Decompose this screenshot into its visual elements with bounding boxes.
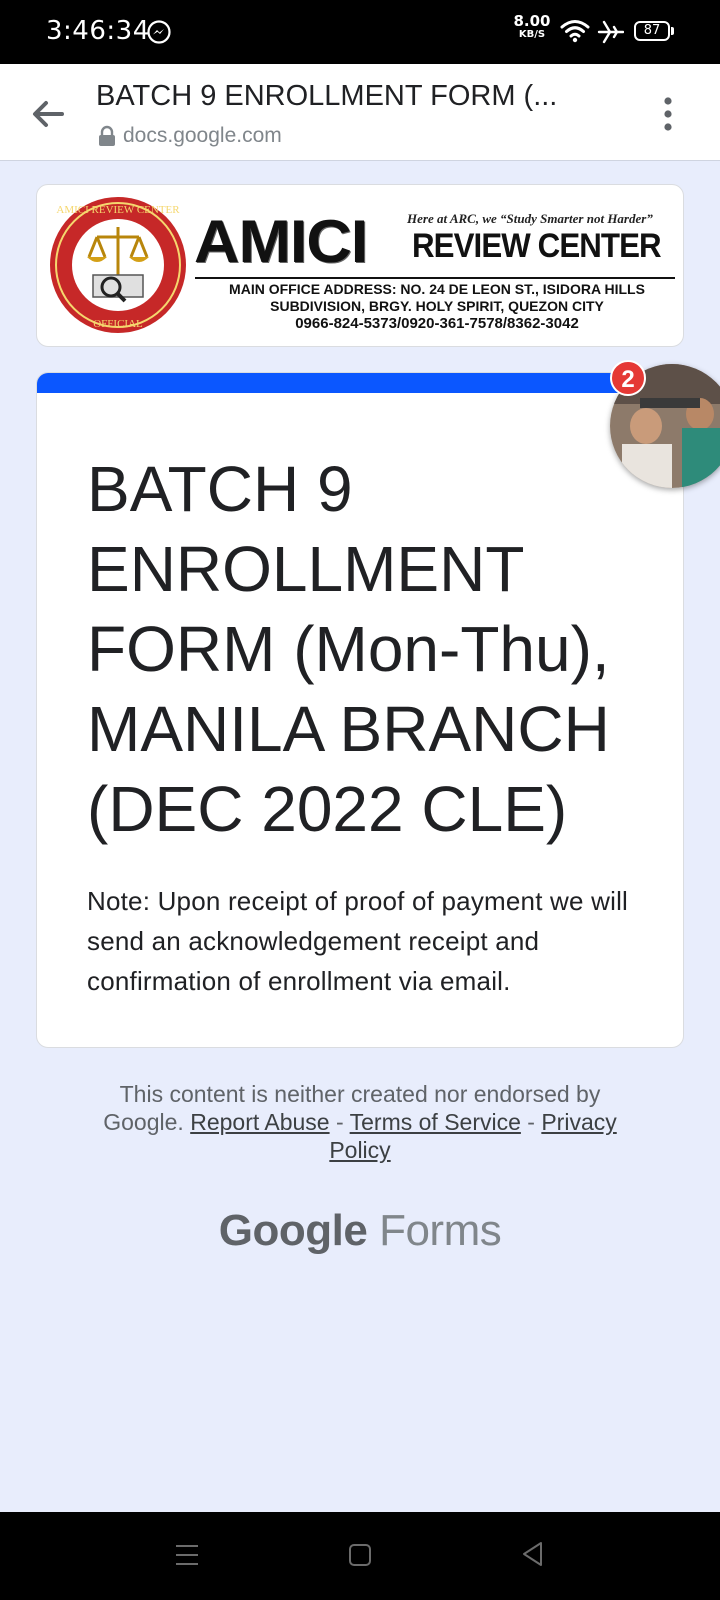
- lock-icon: [99, 125, 115, 146]
- network-speed: 8.00 KB/S: [513, 12, 551, 40]
- amici-logo-text: AMICI: [194, 208, 368, 275]
- system-navigation-bar: [0, 1512, 720, 1600]
- url-text: docs.google.com: [123, 124, 282, 147]
- wifi-icon: [560, 20, 590, 43]
- forms-wordmark: Forms: [379, 1206, 502, 1255]
- svg-text:OFFICIAL: OFFICIAL: [93, 318, 143, 330]
- footer-disclaimer: This content is neither created nor endo…: [80, 1080, 640, 1164]
- form-title: BATCH 9 ENROLLMENT FORM (Mon-Thu), MANIL…: [87, 453, 610, 845]
- nav-back-icon[interactable]: [520, 1540, 544, 1568]
- banner-phone-numbers: 0966-824-5373/0920-361-7578/8362-3042: [295, 315, 579, 332]
- recent-apps-icon[interactable]: [174, 1542, 200, 1568]
- page-title: BATCH 9 ENROLLMENT FORM (...: [96, 80, 558, 112]
- battery-icon: 87: [634, 21, 674, 41]
- messenger-icon: [147, 20, 171, 44]
- svg-text:AMICI REVIEW CENTER: AMICI REVIEW CENTER: [56, 204, 180, 216]
- footer-separator: -: [335, 1109, 344, 1135]
- form-header-card: BATCH 9 ENROLLMENT FORM (Mon-Thu), MANIL…: [36, 372, 684, 1048]
- amici-official-seal: AMICI REVIEW CENTER OFFICIAL: [50, 197, 186, 333]
- banner-divider: [195, 277, 675, 279]
- card-accent-bar: [37, 373, 683, 393]
- google-wordmark: Google: [218, 1206, 368, 1255]
- status-time: 3:46:34: [46, 16, 150, 46]
- form-description: Note: Upon receipt of proof of payment w…: [87, 886, 629, 996]
- back-arrow-icon[interactable]: [28, 94, 68, 134]
- review-center-logo-text: REVIEW CENTER: [412, 227, 662, 265]
- overflow-menu-icon[interactable]: [652, 94, 684, 134]
- banner-address-line2: SUBDIVISION, BRGY. HOLY SPIRIT, QUEZON C…: [270, 298, 604, 314]
- chat-head-badge: 2: [610, 360, 646, 396]
- google-forms-logo[interactable]: Google Forms: [0, 1206, 720, 1256]
- status-bar: 3:46:34 8.00 KB/S 87: [0, 0, 720, 64]
- airplane-mode-icon: [597, 20, 624, 44]
- banner-address-line1: MAIN OFFICE ADDRESS: NO. 24 DE LEON ST.,…: [229, 281, 645, 297]
- terms-of-service-link[interactable]: Terms of Service: [350, 1109, 521, 1135]
- report-abuse-link[interactable]: Report Abuse: [190, 1109, 329, 1135]
- url-display[interactable]: docs.google.com: [98, 122, 282, 150]
- home-icon[interactable]: [348, 1542, 372, 1568]
- header-banner-image: AMICI REVIEW CENTER OFFICIAL AMICI Here …: [36, 184, 684, 347]
- browser-toolbar: BATCH 9 ENROLLMENT FORM (... docs.google…: [0, 64, 720, 161]
- banner-tagline: Here at ARC, we “Study Smarter not Harde…: [407, 211, 653, 226]
- footer-separator: -: [527, 1109, 535, 1135]
